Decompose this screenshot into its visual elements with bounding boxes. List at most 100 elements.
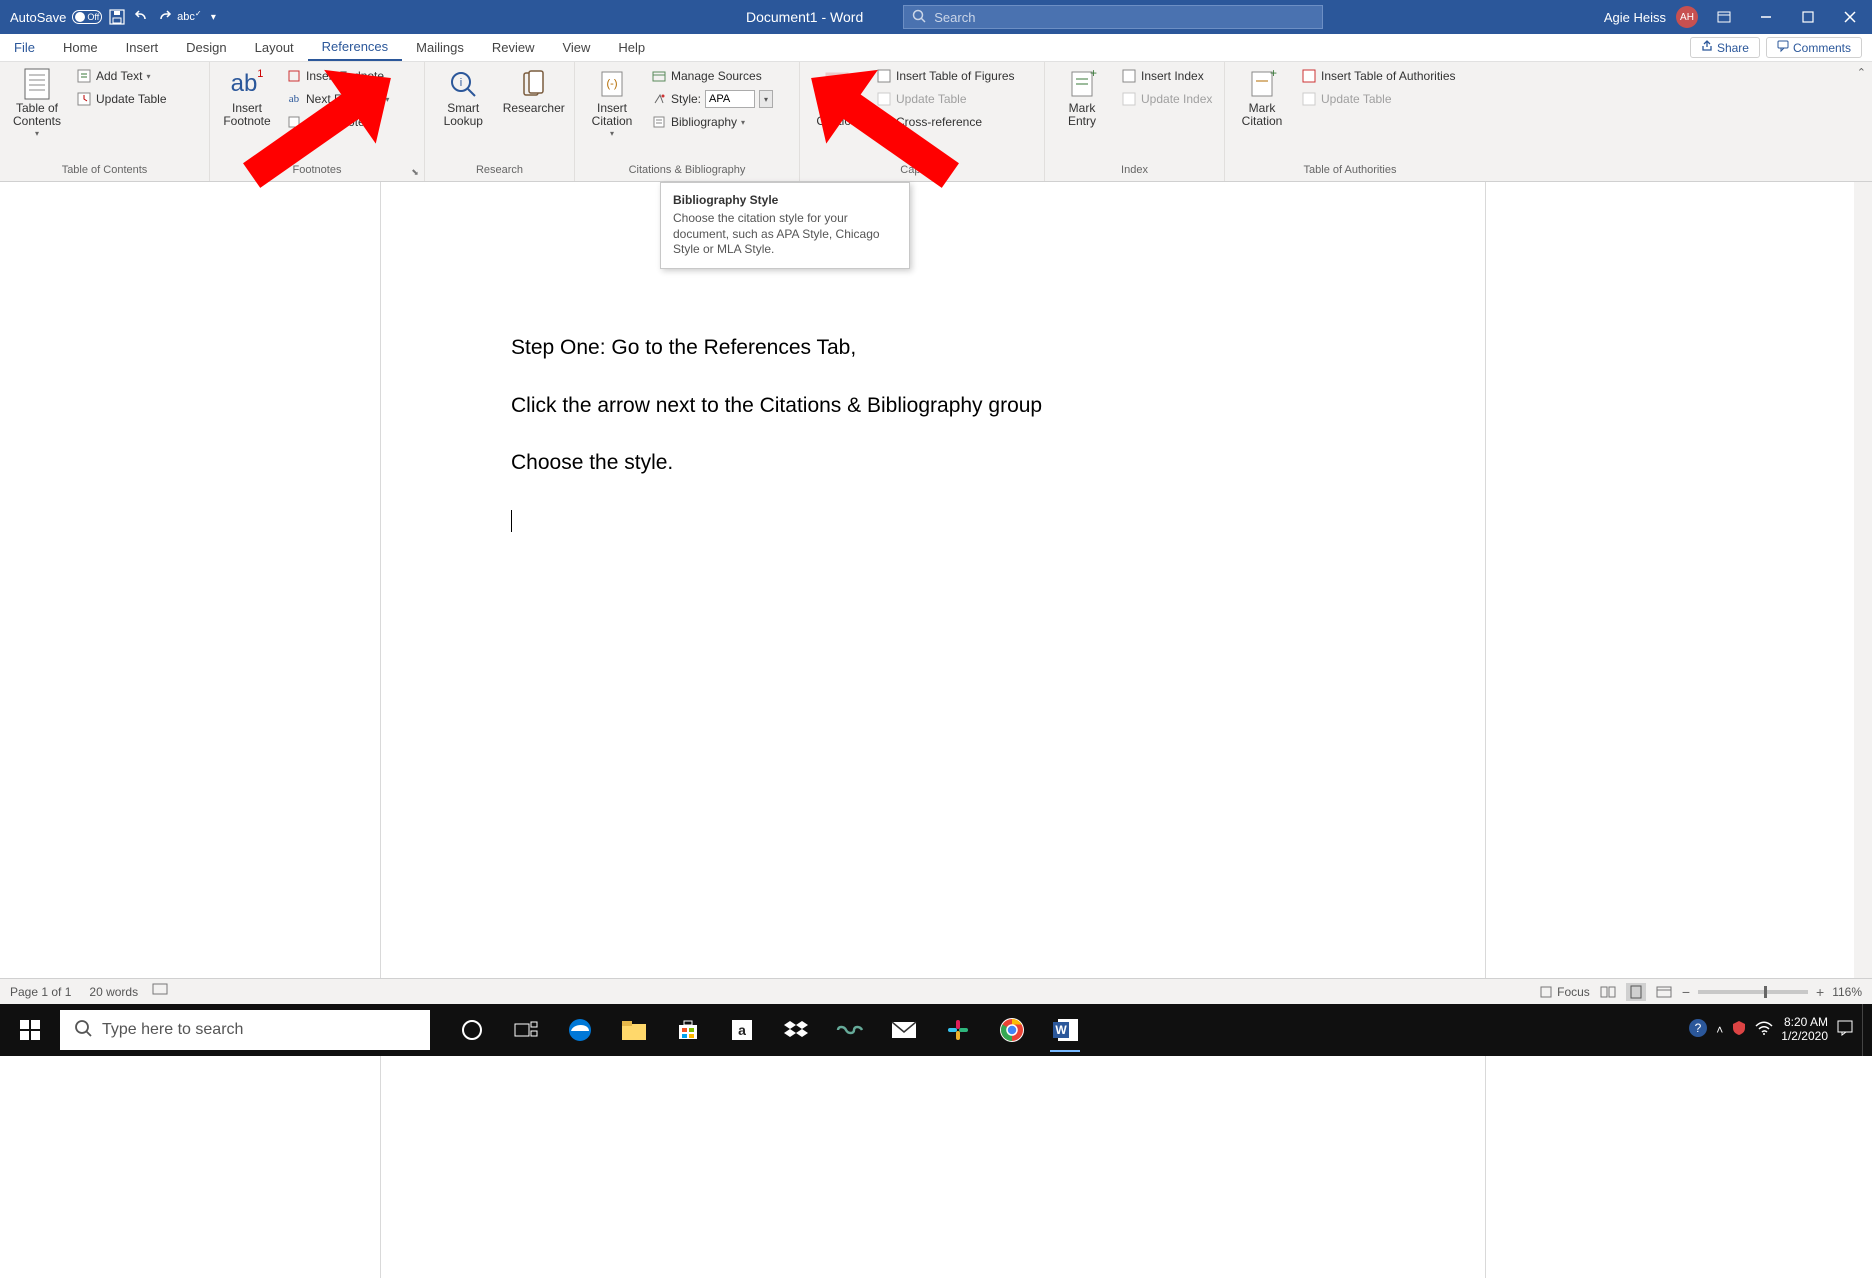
manage-sources-button[interactable]: Manage Sources	[647, 66, 777, 86]
researcher-button[interactable]: Researcher	[500, 66, 568, 115]
insert-citation-button[interactable]: (-) Insert Citation ▾	[581, 66, 643, 139]
smart-lookup-icon: i	[447, 68, 479, 100]
minimize-button[interactable]	[1750, 0, 1782, 34]
bibliography-button[interactable]: Bibliography ▾	[647, 112, 777, 132]
web-layout-icon[interactable]	[1654, 983, 1674, 1001]
redo-icon[interactable]	[156, 8, 174, 26]
notifications-tray-icon[interactable]	[1836, 1019, 1854, 1042]
tab-design[interactable]: Design	[172, 34, 240, 61]
svg-text:+: +	[1090, 66, 1097, 80]
annotation-arrow-style-dropdown	[790, 80, 960, 190]
focus-mode-button[interactable]: Focus	[1539, 985, 1590, 999]
share-button[interactable]: Share	[1690, 37, 1760, 58]
undo-icon[interactable]	[132, 8, 150, 26]
mail-icon[interactable]	[882, 1008, 926, 1052]
zoom-slider-thumb-icon[interactable]	[1764, 986, 1767, 998]
group-label-toa: Table of Authorities	[1225, 163, 1475, 181]
tab-review[interactable]: Review	[478, 34, 549, 61]
close-button[interactable]	[1834, 0, 1866, 34]
zoom-in-button[interactable]: +	[1816, 984, 1824, 1000]
group-label-toc: Table of Contents	[0, 163, 209, 181]
collapse-ribbon-icon[interactable]: ⌃	[1857, 66, 1866, 79]
taskbar-clock[interactable]: 8:20 AM 1/2/2020	[1781, 1016, 1828, 1044]
svg-text:?: ?	[1695, 1021, 1702, 1035]
save-icon[interactable]	[108, 8, 126, 26]
tab-insert[interactable]: Insert	[112, 34, 173, 61]
security-tray-icon[interactable]	[1731, 1020, 1747, 1041]
status-page[interactable]: Page 1 of 1	[10, 985, 71, 999]
read-mode-icon[interactable]	[1598, 983, 1618, 1001]
chrome-icon[interactable]	[990, 1008, 1034, 1052]
tab-file[interactable]: File	[0, 34, 49, 61]
group-label-citations: Citations & Bibliography	[575, 163, 799, 181]
tab-view[interactable]: View	[548, 34, 604, 61]
style-dropdown-icon[interactable]: ▾	[759, 90, 773, 108]
search-box[interactable]: Search	[903, 5, 1323, 29]
tab-help[interactable]: Help	[604, 34, 659, 61]
researcher-icon	[518, 68, 550, 100]
wifi-tray-icon[interactable]	[1755, 1021, 1773, 1040]
style-value-input[interactable]	[705, 90, 755, 108]
insert-index-button[interactable]: Insert Index	[1117, 66, 1216, 86]
print-layout-icon[interactable]	[1626, 983, 1646, 1001]
document-area[interactable]: Step One: Go to the References Tab, Clic…	[0, 182, 1872, 978]
status-spellcheck-icon[interactable]	[152, 983, 168, 1000]
qat-customize-icon[interactable]: ▾	[204, 8, 222, 26]
svg-text:(-): (-)	[607, 78, 618, 90]
doc-cursor-line[interactable]	[511, 505, 1355, 537]
status-words[interactable]: 20 words	[89, 985, 138, 999]
svg-text:W: W	[1055, 1023, 1067, 1037]
page[interactable]: Step One: Go to the References Tab, Clic…	[380, 182, 1486, 1278]
page-content[interactable]: Step One: Go to the References Tab, Clic…	[381, 182, 1485, 536]
search-icon	[74, 1019, 92, 1042]
tab-references[interactable]: References	[308, 34, 402, 61]
user-avatar[interactable]: AH	[1676, 6, 1698, 28]
taskbar-search[interactable]: Type here to search	[60, 1010, 430, 1050]
start-button[interactable]	[0, 1004, 60, 1056]
tray-chevron-up-icon[interactable]: ˄	[1716, 1023, 1723, 1037]
slack-icon[interactable]	[936, 1008, 980, 1052]
update-toc-button[interactable]: Update Table	[72, 89, 171, 109]
windows-logo-icon	[20, 1020, 40, 1040]
ribbon-display-options-icon[interactable]	[1708, 0, 1740, 34]
mark-entry-label: Mark Entry	[1068, 102, 1096, 128]
style-selector[interactable]: Style: ▾	[647, 89, 777, 109]
infinity-app-icon[interactable]	[828, 1008, 872, 1052]
table-of-contents-button[interactable]: Table of Contents ▾	[6, 66, 68, 139]
zoom-slider[interactable]	[1698, 990, 1808, 994]
edge-icon[interactable]	[558, 1008, 602, 1052]
doc-paragraph-2[interactable]: Click the arrow next to the Citations & …	[511, 390, 1355, 422]
zoom-level[interactable]: 116%	[1832, 985, 1862, 999]
add-text-button[interactable]: Add Text ▾	[72, 66, 171, 86]
zoom-out-button[interactable]: −	[1682, 984, 1690, 1000]
add-text-label: Add Text	[96, 69, 142, 83]
maximize-button[interactable]	[1792, 0, 1824, 34]
chevron-down-icon: ▾	[146, 72, 150, 81]
comments-button[interactable]: Comments	[1766, 37, 1862, 58]
show-desktop-button[interactable]	[1862, 1004, 1868, 1056]
user-name[interactable]: Agie Heiss	[1604, 10, 1666, 25]
update-index-button: Update Index	[1117, 89, 1216, 109]
autosave-toggle[interactable]: AutoSave Off	[10, 10, 102, 25]
smart-lookup-button[interactable]: i Smart Lookup	[431, 66, 496, 128]
word-icon[interactable]: W	[1044, 1008, 1088, 1052]
doc-paragraph-3[interactable]: Choose the style.	[511, 447, 1355, 479]
insert-toa-button[interactable]: Insert Table of Authorities	[1297, 66, 1460, 86]
tab-layout[interactable]: Layout	[241, 34, 308, 61]
file-explorer-icon[interactable]	[612, 1008, 656, 1052]
microsoft-store-icon[interactable]	[666, 1008, 710, 1052]
help-tray-icon[interactable]: ?	[1688, 1018, 1708, 1043]
tab-mailings[interactable]: Mailings	[402, 34, 478, 61]
mark-entry-button[interactable]: + Mark Entry	[1051, 66, 1113, 128]
cortana-icon[interactable]	[450, 1008, 494, 1052]
doc-paragraph-1[interactable]: Step One: Go to the References Tab,	[511, 332, 1355, 364]
vertical-scrollbar[interactable]	[1854, 182, 1872, 978]
dropbox-icon[interactable]	[774, 1008, 818, 1052]
mark-citation-button[interactable]: + Mark Citation	[1231, 66, 1293, 128]
spellcheck-icon[interactable]: abc✓	[180, 8, 198, 26]
insert-index-icon	[1121, 68, 1137, 84]
tab-home[interactable]: Home	[49, 34, 112, 61]
amazon-icon[interactable]: a	[720, 1008, 764, 1052]
autosave-switch[interactable]: Off	[72, 10, 102, 24]
task-view-icon[interactable]	[504, 1008, 548, 1052]
